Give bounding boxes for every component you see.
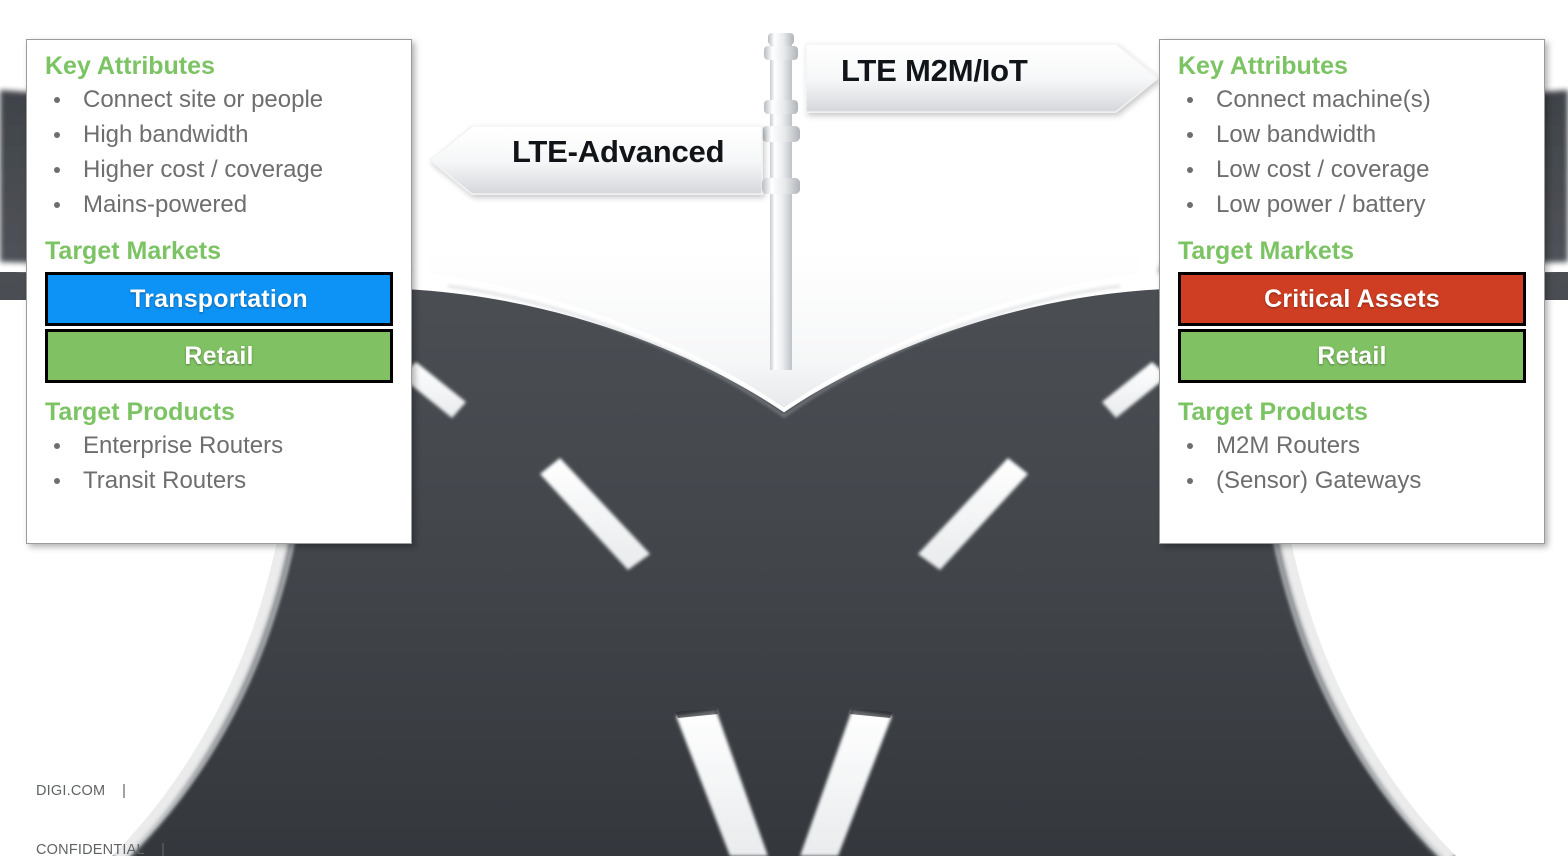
slide-canvas: LTE-Advanced LTE M2M/IoT Key Attributes … (0, 0, 1568, 856)
list-item: Transit Routers (45, 463, 393, 498)
market-box-critical-assets[interactable]: Critical Assets (1178, 272, 1526, 326)
left-key-attributes-list: Connect site or people High bandwidth Hi… (45, 82, 393, 222)
list-item: Low cost / coverage (1178, 152, 1526, 187)
left-target-products-list: Enterprise Routers Transit Routers (45, 428, 393, 498)
footer-line-1: DIGI.COM | (36, 783, 127, 799)
panel-lte-advanced: Key Attributes Connect site or people Hi… (26, 39, 412, 544)
panel-lte-m2m-iot: Key Attributes Connect machine(s) Low ba… (1159, 39, 1545, 544)
list-item: Low power / battery (1178, 187, 1526, 222)
right-target-markets-list: Critical Assets Retail (1178, 272, 1526, 383)
footer-copyright: DIGI.COM | CONFIDENTIAL | © DIGI INTERNA… (36, 743, 242, 856)
list-item: Connect site or people (45, 82, 393, 117)
list-item: Mains-powered (45, 187, 393, 222)
left-target-products-heading: Target Products (45, 398, 235, 426)
market-box-retail[interactable]: Retail (45, 329, 393, 383)
left-key-attributes-heading: Key Attributes (45, 52, 215, 80)
list-item: M2M Routers (1178, 428, 1526, 463)
list-item: High bandwidth (45, 117, 393, 152)
list-item: Low bandwidth (1178, 117, 1526, 152)
sign-label-lte-advanced: LTE-Advanced (512, 134, 725, 169)
list-item: (Sensor) Gateways (1178, 463, 1526, 498)
market-box-transportation[interactable]: Transportation (45, 272, 393, 326)
right-target-markets-heading: Target Markets (1178, 237, 1354, 265)
right-key-attributes-heading: Key Attributes (1178, 52, 1348, 80)
footer-line-2: CONFIDENTIAL | (36, 841, 166, 856)
right-target-products-heading: Target Products (1178, 398, 1368, 426)
list-item: Enterprise Routers (45, 428, 393, 463)
sign-label-lte-m2m-iot: LTE M2M/IoT (841, 53, 1028, 88)
left-target-markets-heading: Target Markets (45, 237, 221, 265)
market-box-retail[interactable]: Retail (1178, 329, 1526, 383)
right-target-products-list: M2M Routers (Sensor) Gateways (1178, 428, 1526, 498)
list-item: Higher cost / coverage (45, 152, 393, 187)
right-key-attributes-list: Connect machine(s) Low bandwidth Low cos… (1178, 82, 1526, 222)
list-item: Connect machine(s) (1178, 82, 1526, 117)
left-target-markets-list: Transportation Retail (45, 272, 393, 383)
